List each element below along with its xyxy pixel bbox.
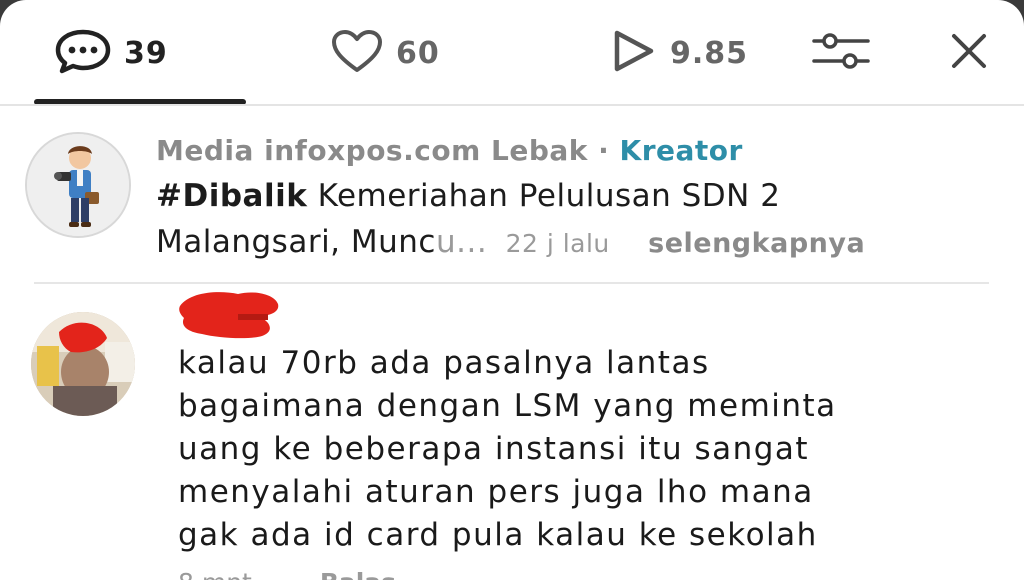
separator: · (598, 134, 610, 167)
post-caption-line2: Malangsari, Muncu... 22 j lalu selengkap… (156, 224, 865, 260)
comment-line: kalau 70rb ada pasalnya lantas (178, 345, 710, 381)
close-icon (946, 28, 992, 78)
action-bar: 39 60 9.85 (0, 0, 1024, 105)
comment-line: gak ada id card pula kalau ke sekolah (178, 517, 818, 553)
comment-time: 8 mnt (178, 568, 252, 580)
comment-item: kalau 70rb ada pasalnya lantas bagaimana… (0, 284, 1024, 580)
redacted-username (178, 288, 282, 340)
reporter-illustration (27, 134, 129, 236)
heart-icon (330, 28, 384, 78)
see-more-link[interactable]: selengkapnya (648, 228, 865, 259)
play-icon (608, 30, 658, 76)
hashtag[interactable]: #Dibalik (156, 178, 307, 214)
commenter-avatar[interactable] (31, 312, 135, 416)
author-name[interactable]: Media infoxpos.com Lebak (156, 134, 588, 167)
comment-line: menyalahi aturan pers juga lho mana (178, 474, 814, 510)
post-time: 22 j lalu (505, 229, 610, 258)
comments-sheet: 39 60 9.85 Media infoxpos.com Lebak · Kr… (0, 0, 1024, 580)
comments-tab[interactable]: 39 (54, 28, 168, 78)
reply-button[interactable]: Balas (320, 568, 396, 580)
post-author-line: Media infoxpos.com Lebak · Kreator (156, 134, 743, 167)
creator-badge: Kreator (619, 134, 743, 167)
creator-avatar[interactable] (25, 132, 131, 238)
views-count: 9.85 (670, 35, 749, 71)
close-button[interactable] (946, 30, 992, 76)
comment-line: bagaimana dengan LSM yang meminta (178, 388, 837, 424)
comment-meta: 8 mnt Balas (178, 568, 396, 580)
likes-count: 60 (396, 35, 440, 71)
comment-body: kalau 70rb ada pasalnya lantas bagaimana… (178, 342, 998, 557)
comments-count: 39 (124, 35, 168, 71)
avatar-photo (31, 312, 135, 416)
filter-icon (810, 28, 872, 78)
views-indicator[interactable]: 9.85 (608, 30, 753, 76)
caption-text: Kemeriahan Pelulusan SDN 2 (317, 178, 781, 214)
caption-text: Malangsari, Munc (156, 224, 436, 260)
comment-line: uang ke beberapa instansi itu sangat (178, 431, 810, 467)
like-button[interactable]: 60 (330, 30, 440, 76)
filter-button[interactable] (810, 30, 872, 76)
caption-ellipsis: u... (435, 224, 488, 260)
comment-icon (54, 28, 112, 78)
post-summary[interactable]: Media infoxpos.com Lebak · Kreator #Diba… (0, 106, 1024, 282)
post-caption-line1: #Dibalik Kemeriahan Pelulusan SDN 2 (156, 178, 780, 214)
